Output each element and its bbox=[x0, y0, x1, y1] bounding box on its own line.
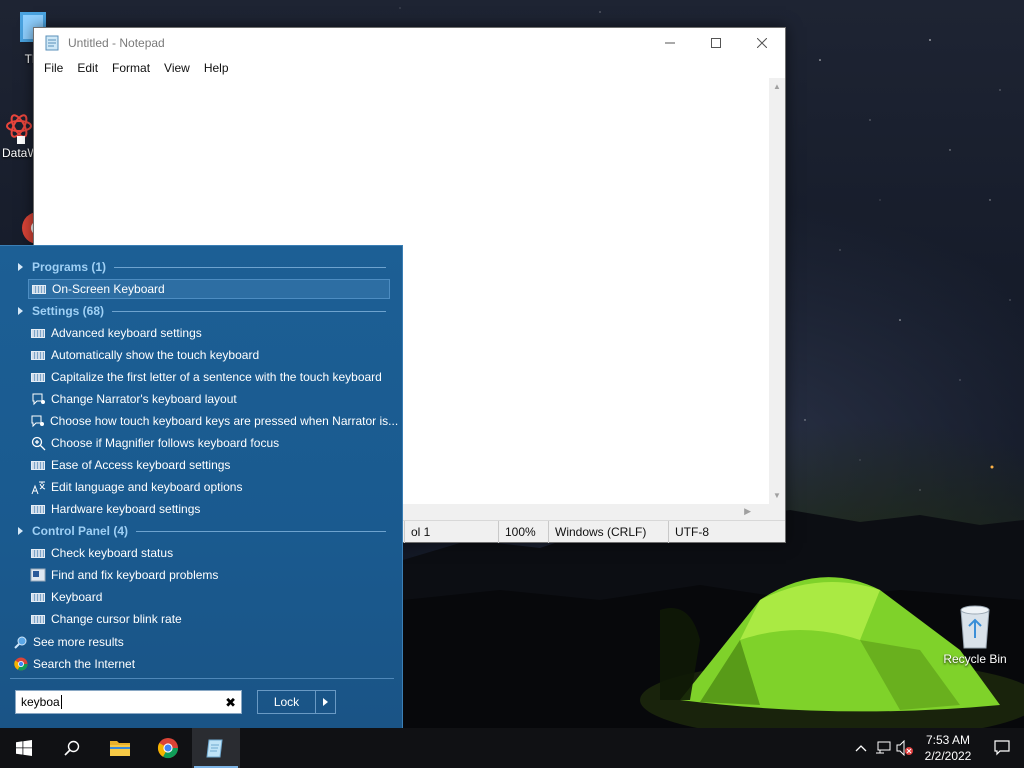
notepad-icon bbox=[206, 739, 223, 758]
menu-edit[interactable]: Edit bbox=[70, 61, 105, 75]
network-icon bbox=[876, 741, 891, 754]
recycle-bin-icon bbox=[960, 605, 990, 649]
see-more-results-link[interactable]: See more results bbox=[14, 632, 124, 652]
minimize-button[interactable] bbox=[647, 28, 693, 58]
power-options-arrow-icon[interactable] bbox=[316, 698, 335, 706]
clock-date: 2/2/2022 bbox=[924, 749, 972, 763]
start-search-input[interactable]: keyboa ✖ bbox=[15, 690, 242, 714]
result-narrator-keyboard-layout[interactable]: Change Narrator's keyboard layout bbox=[28, 389, 390, 409]
result-narrator-touch-keys[interactable]: Choose how touch keyboard keys are press… bbox=[28, 411, 398, 431]
status-position: ol 1 bbox=[404, 520, 498, 543]
taskbar-chrome[interactable] bbox=[144, 728, 192, 768]
group-header-programs[interactable]: Programs (1) bbox=[14, 257, 386, 277]
status-encoding: UTF-8 bbox=[668, 520, 785, 543]
narrator-icon bbox=[32, 393, 45, 406]
keyboard-icon bbox=[31, 614, 45, 624]
windows-logo-icon bbox=[16, 740, 32, 756]
result-auto-show-touch-keyboard[interactable]: Automatically show the touch keyboard bbox=[28, 345, 390, 365]
search-internet-link[interactable]: Search the Internet bbox=[14, 654, 135, 674]
menu-format[interactable]: Format bbox=[105, 61, 157, 75]
narrator-icon bbox=[31, 415, 44, 428]
result-on-screen-keyboard[interactable]: On-Screen Keyboard bbox=[28, 279, 390, 299]
result-language-keyboard-options[interactable]: Edit language and keyboard options bbox=[28, 477, 390, 497]
desktop-icon-label: Recycle Bin bbox=[943, 652, 1007, 666]
atom-icon bbox=[6, 114, 32, 144]
keyboard-icon bbox=[31, 328, 45, 338]
menu-bar: File Edit Format View Help bbox=[34, 58, 785, 78]
volume-tray-button[interactable] bbox=[894, 728, 916, 768]
action-center-button[interactable] bbox=[980, 728, 1024, 768]
keyboard-icon bbox=[32, 284, 46, 294]
keyboard-icon bbox=[31, 592, 45, 602]
menu-file[interactable]: File bbox=[37, 61, 70, 75]
keyboard-icon bbox=[31, 460, 45, 470]
expand-arrow-icon bbox=[18, 307, 23, 315]
language-icon bbox=[31, 481, 45, 494]
keyboard-icon bbox=[31, 548, 45, 558]
system-tray: 7:53 AM 2/2/2022 bbox=[850, 728, 1024, 768]
desktop-icon-recycle-bin[interactable]: Recycle Bin bbox=[940, 602, 1010, 666]
scrollbar-corner bbox=[769, 504, 785, 520]
status-zoom: 100% bbox=[498, 520, 548, 543]
lock-button[interactable]: Lock bbox=[257, 690, 336, 714]
start-search-panel: Programs (1) On-Screen Keyboard Settings… bbox=[0, 245, 403, 728]
search-icon bbox=[64, 740, 80, 756]
taskbar-search-button[interactable] bbox=[48, 728, 96, 768]
taskbar-file-explorer[interactable] bbox=[96, 728, 144, 768]
scroll-up-icon[interactable]: ▲ bbox=[773, 82, 781, 91]
network-tray-button[interactable] bbox=[872, 728, 894, 768]
close-icon bbox=[757, 38, 767, 48]
start-button[interactable] bbox=[0, 728, 48, 768]
desktop-icon-dataw[interactable]: DataW bbox=[2, 108, 39, 160]
window-title: Untitled - Notepad bbox=[68, 36, 165, 50]
minimize-icon bbox=[665, 42, 675, 44]
group-header-control-panel[interactable]: Control Panel (4) bbox=[14, 521, 386, 541]
notification-icon bbox=[994, 740, 1010, 756]
folder-icon bbox=[110, 741, 130, 756]
menu-view[interactable]: View bbox=[157, 61, 197, 75]
maximize-icon bbox=[711, 38, 721, 48]
result-capitalize-first-letter[interactable]: Capitalize the first letter of a sentenc… bbox=[28, 367, 390, 387]
taskbar-clock[interactable]: 7:53 AM 2/2/2022 bbox=[916, 732, 980, 764]
taskbar-notepad[interactable] bbox=[192, 728, 240, 768]
vertical-scrollbar[interactable]: ▲ ▼ bbox=[769, 78, 785, 504]
status-line-endings: Windows (CRLF) bbox=[548, 520, 668, 543]
result-magnifier-keyboard-focus[interactable]: Choose if Magnifier follows keyboard foc… bbox=[28, 433, 390, 453]
result-cursor-blink-rate[interactable]: Change cursor blink rate bbox=[28, 609, 390, 629]
panel-divider bbox=[10, 678, 394, 679]
troubleshoot-icon bbox=[30, 568, 46, 582]
keyboard-icon bbox=[31, 504, 45, 514]
result-advanced-keyboard-settings[interactable]: Advanced keyboard settings bbox=[28, 323, 390, 343]
expand-arrow-icon bbox=[18, 263, 23, 271]
chrome-icon bbox=[157, 738, 179, 759]
maximize-button[interactable] bbox=[693, 28, 739, 58]
result-keyboard[interactable]: Keyboard bbox=[28, 587, 390, 607]
result-check-keyboard-status[interactable]: Check keyboard status bbox=[28, 543, 390, 563]
scroll-right-icon[interactable]: ▶ bbox=[744, 506, 751, 517]
keyboard-icon bbox=[31, 350, 45, 360]
notepad-icon bbox=[45, 35, 59, 51]
scroll-down-icon[interactable]: ▼ bbox=[773, 491, 781, 500]
clock-time: 7:53 AM bbox=[925, 733, 971, 747]
chevron-up-icon bbox=[855, 745, 867, 752]
show-hidden-icons-button[interactable] bbox=[850, 728, 872, 768]
clear-search-icon[interactable]: ✖ bbox=[225, 695, 236, 711]
menu-help[interactable]: Help bbox=[197, 61, 236, 75]
result-hardware-keyboard-settings[interactable]: Hardware keyboard settings bbox=[28, 499, 390, 519]
keyboard-icon bbox=[31, 372, 45, 382]
expand-arrow-icon bbox=[18, 527, 23, 535]
search-icon bbox=[14, 636, 27, 649]
magnifier-icon bbox=[31, 436, 45, 450]
chrome-icon bbox=[14, 657, 28, 671]
taskbar: 7:53 AM 2/2/2022 bbox=[0, 728, 1024, 768]
close-button[interactable] bbox=[739, 28, 785, 58]
result-ease-of-access-keyboard[interactable]: Ease of Access keyboard settings bbox=[28, 455, 390, 475]
notepad-titlebar[interactable]: Untitled - Notepad bbox=[34, 28, 785, 58]
group-header-settings[interactable]: Settings (68) bbox=[14, 301, 386, 321]
volume-muted-icon bbox=[896, 740, 913, 756]
result-fix-keyboard-problems[interactable]: Find and fix keyboard problems bbox=[28, 565, 390, 585]
